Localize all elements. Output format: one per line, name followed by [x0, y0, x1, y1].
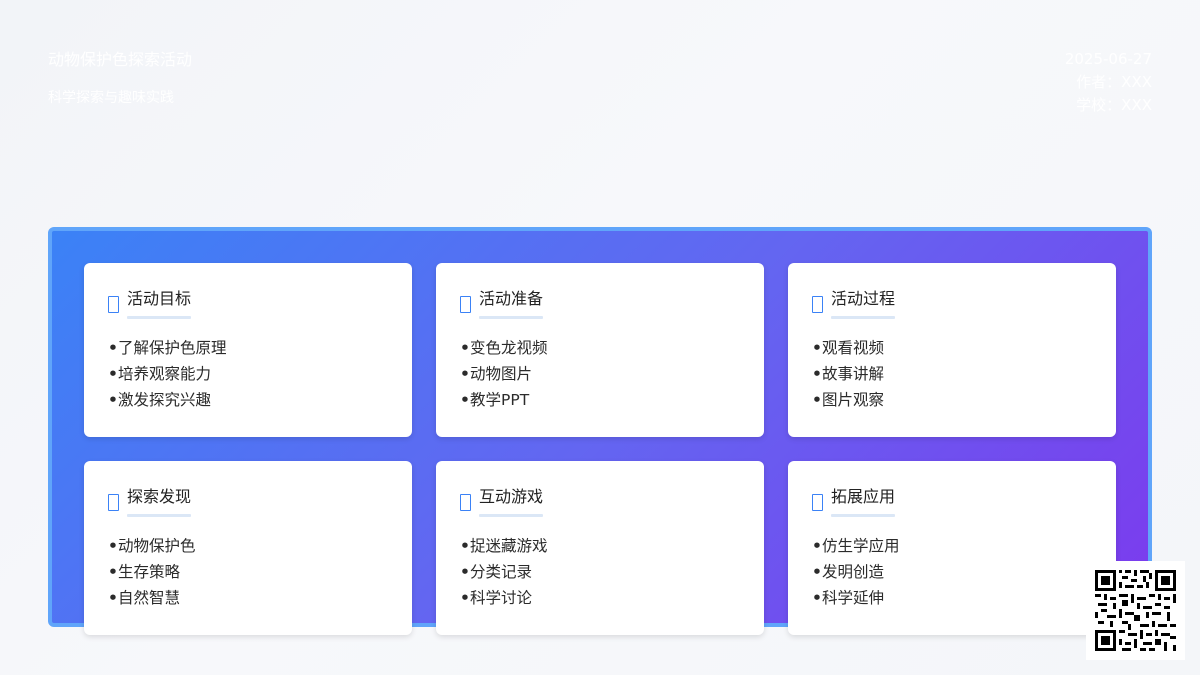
card-list: •捉迷藏游戏 •分类记录 •科学讨论 — [460, 533, 548, 611]
qr-code-icon — [1095, 570, 1176, 651]
card-list: •了解保护色原理 •培养观察能力 •激发探究兴趣 — [108, 335, 227, 413]
card-header: 活动目标 — [108, 287, 192, 319]
list-item: •动物图片 — [460, 365, 533, 383]
header-left: 动物保护色探索活动 科学探索与趣味实践 — [48, 48, 192, 108]
card-header: 活动过程 — [812, 287, 896, 319]
card-exploration: 探索发现 •动物保护色 •生存策略 •自然智慧 — [84, 461, 412, 635]
title-underline — [831, 316, 896, 319]
list-item: •了解保护色原理 — [108, 339, 227, 357]
document-icon — [812, 296, 823, 313]
title-underline — [831, 514, 896, 517]
list-item: •科学延伸 — [812, 589, 885, 607]
list-item: •观看视频 — [812, 339, 885, 357]
card-list: •动物保护色 •生存策略 •自然智慧 — [108, 533, 196, 611]
list-item: •捉迷藏游戏 — [460, 537, 548, 555]
list-item: •发明创造 — [812, 563, 885, 581]
card-title: 活动过程 — [831, 289, 896, 308]
list-item: •教学PPT — [460, 391, 530, 409]
page-subtitle: 科学探索与趣味实践 — [48, 90, 174, 106]
list-item: •激发探究兴趣 — [108, 391, 212, 409]
card-list: •变色龙视频 •动物图片 •教学PPT — [460, 335, 548, 413]
author-text: 作者：XXX — [1076, 73, 1152, 91]
card-title: 活动准备 — [479, 289, 544, 308]
card-header: 探索发现 — [108, 485, 192, 517]
date-text: 2025-06-27 — [1064, 50, 1152, 68]
page-title: 动物保护色探索活动 — [48, 50, 193, 69]
header-meta: 2025-06-27 作者：XXX 学校：XXX — [1065, 48, 1152, 117]
title-underline — [479, 316, 544, 319]
document-icon — [812, 494, 823, 511]
list-item: •故事讲解 — [812, 365, 885, 383]
school-text: 学校：XXX — [1076, 96, 1152, 114]
document-icon — [108, 494, 119, 511]
card-activity-goals: 活动目标 •了解保护色原理 •培养观察能力 •激发探究兴趣 — [84, 263, 412, 437]
list-item: •自然智慧 — [108, 589, 181, 607]
document-icon — [108, 296, 119, 313]
document-icon — [460, 494, 471, 511]
card-header: 互动游戏 — [460, 485, 544, 517]
qr-code[interactable] — [1086, 561, 1185, 660]
list-item: •图片观察 — [812, 391, 885, 409]
list-item: •生存策略 — [108, 563, 181, 581]
card-title: 探索发现 — [127, 487, 192, 506]
title-underline — [127, 316, 192, 319]
card-activity-prep: 活动准备 •变色龙视频 •动物图片 •教学PPT — [436, 263, 764, 437]
card-list: •观看视频 •故事讲解 •图片观察 — [812, 335, 884, 413]
card-title: 拓展应用 — [831, 487, 896, 506]
title-underline — [127, 514, 192, 517]
list-item: •分类记录 — [460, 563, 533, 581]
card-extension: 拓展应用 •仿生学应用 •发明创造 •科学延伸 — [788, 461, 1116, 635]
title-underline — [479, 514, 544, 517]
card-list: •仿生学应用 •发明创造 •科学延伸 — [812, 533, 900, 611]
list-item: •变色龙视频 — [460, 339, 548, 357]
list-item: •仿生学应用 — [812, 537, 900, 555]
card-activity-process: 活动过程 •观看视频 •故事讲解 •图片观察 — [788, 263, 1116, 437]
card-interactive-game: 互动游戏 •捉迷藏游戏 •分类记录 •科学讨论 — [436, 461, 764, 635]
card-title: 活动目标 — [127, 289, 192, 308]
list-item: •培养观察能力 — [108, 365, 212, 383]
document-icon — [460, 296, 471, 313]
card-header: 活动准备 — [460, 287, 544, 319]
list-item: •科学讨论 — [460, 589, 533, 607]
card-title: 互动游戏 — [479, 487, 544, 506]
card-header: 拓展应用 — [812, 485, 896, 517]
list-item: •动物保护色 — [108, 537, 196, 555]
